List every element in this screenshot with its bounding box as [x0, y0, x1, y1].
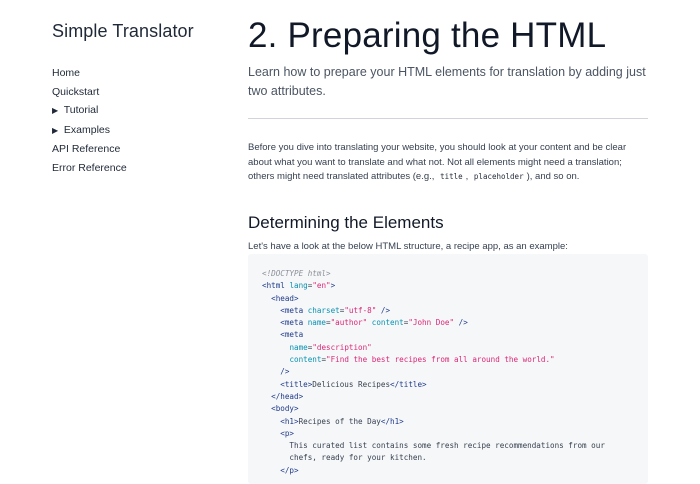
- page-lead: Learn how to prepare your HTML elements …: [248, 65, 646, 98]
- code-token-attr: content: [371, 318, 404, 328]
- code-line: <meta: [262, 329, 605, 341]
- code-block[interactable]: <!DOCTYPE html> <html lang="en"> <head> <…: [248, 254, 648, 484]
- sidebar-nav: Home Quickstart ▶ Tutorial ▶ Examples AP…: [52, 64, 222, 177]
- site-title[interactable]: Simple Translator: [52, 20, 222, 42]
- inline-code-placeholder: placeholder: [473, 172, 524, 182]
- divider: [248, 118, 648, 119]
- code-line: This curated list contains some fresh re…: [262, 440, 605, 452]
- code-token-tag: />: [376, 305, 391, 315]
- code-token-val: "en": [312, 281, 331, 291]
- code-token-tag: </h1>: [380, 416, 404, 426]
- intro-paragraph: Before you dive into translating your we…: [248, 141, 648, 185]
- main-content: 2. Preparing the HTML Learn how to prepa…: [248, 14, 648, 254]
- sidebar-item-label: Quickstart: [52, 85, 100, 98]
- sidebar-item-error-reference[interactable]: Error Reference: [52, 159, 222, 178]
- section-heading: Determining the Elements: [248, 213, 444, 233]
- code-line: <p>: [262, 428, 605, 440]
- code-token-tag: </title>: [390, 379, 427, 389]
- inline-code-title: title: [440, 172, 463, 182]
- code-token-tag: </head>: [262, 391, 304, 401]
- code-line: content="Find the best recipes from all …: [262, 354, 605, 366]
- code-line: <body>: [262, 403, 605, 415]
- code-token-tag: <meta: [262, 305, 308, 315]
- code-token-tag: <title>: [262, 379, 313, 389]
- code-token-tag: />: [262, 367, 290, 377]
- code-line: </head>: [262, 391, 605, 403]
- code-token-tag: <head>: [262, 293, 299, 303]
- intro-text-end: ), and so on.: [526, 171, 580, 183]
- code-token-attr: name: [307, 318, 327, 328]
- section-paragraph: Let's have a look at the below HTML stru…: [248, 241, 568, 253]
- sidebar-item-tutorial[interactable]: ▶ Tutorial: [52, 101, 222, 121]
- sidebar-item-examples[interactable]: ▶ Examples: [52, 121, 222, 141]
- code-line: <meta charset="utf-8" />: [262, 305, 605, 317]
- code-token-val: "Find the best recipes from all around t…: [326, 355, 555, 365]
- sidebar: Simple Translator Home Quickstart ▶ Tuto…: [52, 20, 222, 177]
- code-lines: <!DOCTYPE html> <html lang="en"> <head> <…: [262, 268, 605, 477]
- code-token-val: "John Doe": [408, 318, 455, 328]
- code-token-tag: <p>: [262, 428, 295, 438]
- sidebar-item-label: Tutorial: [63, 104, 99, 116]
- code-token-tag: >: [330, 281, 336, 291]
- page-title: 2. Preparing the HTML: [248, 16, 607, 55]
- code-token-tag: <html: [262, 281, 290, 291]
- code-token-tag: />: [454, 318, 468, 328]
- code-token-plain: Recipes of the Day: [298, 416, 381, 426]
- intro-separator: ,: [465, 171, 469, 183]
- code-token-tag: <meta: [262, 330, 304, 340]
- sidebar-item-quickstart[interactable]: Quickstart: [52, 83, 222, 102]
- triangle-right-icon: ▶: [52, 125, 59, 135]
- code-token-tag: <h1>: [262, 416, 299, 426]
- code-token-attr: name: [289, 342, 308, 352]
- code-token-plain: chefs, ready for your kitchen.: [262, 453, 427, 463]
- code-line: </p>: [262, 465, 605, 477]
- code-token-val: "author": [330, 318, 368, 328]
- sidebar-item-label: Examples: [63, 123, 111, 136]
- code-line: <!DOCTYPE html>: [262, 268, 605, 280]
- code-line: <meta name="author" content="John Doe" /…: [262, 317, 605, 329]
- code-token-plain: This curated list contains some fresh re…: [262, 441, 605, 451]
- code-line: <title>Delicious Recipes</title>: [262, 379, 605, 391]
- code-token-val: "description": [312, 342, 372, 352]
- code-token-attr: lang: [289, 281, 308, 291]
- sidebar-item-api-reference[interactable]: API Reference: [52, 140, 222, 159]
- code-token-val: "utf-8": [344, 305, 377, 315]
- code-token-plain: Delicious Recipes: [312, 379, 391, 389]
- sidebar-item-label: Error Reference: [52, 161, 127, 174]
- code-token-attr: content: [289, 355, 322, 365]
- code-token-tag: </p>: [262, 465, 299, 475]
- sidebar-item-label: Home: [52, 67, 81, 79]
- code-token-comment: <!DOCTYPE html>: [262, 269, 331, 278]
- triangle-right-icon: ▶: [52, 106, 59, 115]
- code-line: name="description": [262, 342, 605, 354]
- code-token-tag: <meta: [262, 318, 308, 328]
- sidebar-item-label: API Reference: [52, 143, 121, 155]
- code-line: />: [262, 366, 605, 378]
- code-line: <head>: [262, 293, 605, 305]
- code-token-attr: charset: [307, 305, 340, 315]
- sidebar-item-home[interactable]: Home: [52, 64, 222, 83]
- code-line: <h1>Recipes of the Day</h1>: [262, 416, 605, 428]
- code-line: chefs, ready for your kitchen.: [262, 452, 605, 464]
- code-token-tag: <body>: [262, 404, 299, 414]
- code-line: <html lang="en">: [262, 280, 605, 292]
